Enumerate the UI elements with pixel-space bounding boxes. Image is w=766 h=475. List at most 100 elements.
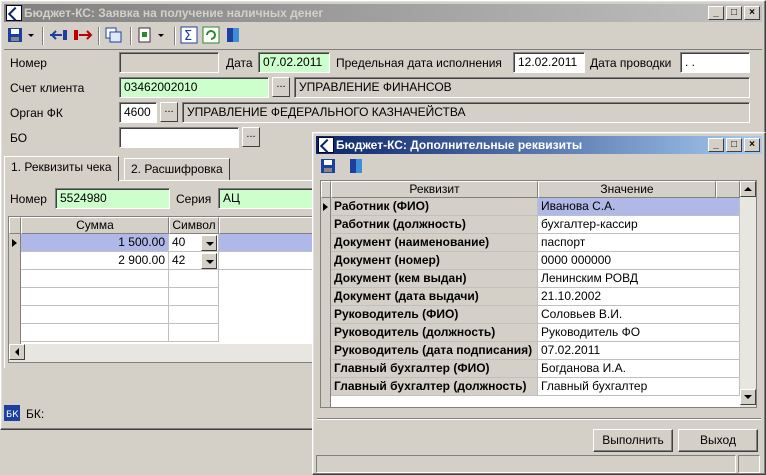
current-row-marker-icon [12, 239, 17, 247]
scroll-up-button[interactable] [740, 181, 756, 197]
symbol-dropdown-button[interactable] [201, 235, 217, 251]
empty-row [21, 288, 169, 306]
refresh-icon [202, 26, 220, 44]
requisite-cell: Работник (ФИО) [331, 198, 538, 216]
value-cell[interactable]: Соловьев В.И. [538, 306, 740, 324]
symbol-dropdown-button[interactable] [201, 253, 217, 269]
bo-lookup-button[interactable]: ... [242, 127, 260, 147]
requisites-table: Реквизит Значение Работник (ФИО) Иванова … [320, 180, 757, 408]
exit-button[interactable]: Выход [678, 429, 758, 452]
client-account-field[interactable]: 03462002010 [119, 77, 269, 98]
status-bar: БК БК: [2, 403, 312, 425]
toolbar: Σ [4, 24, 762, 50]
sum-icon: Σ [180, 26, 198, 44]
document-menu-button[interactable] [156, 26, 168, 46]
scroll-down-button[interactable] [740, 389, 756, 405]
requisite-cell: Документ (наименование) [331, 234, 538, 252]
dialog-title-bar[interactable]: Бюджет-КС: Дополнительные реквизиты _ □ … [316, 136, 762, 154]
value-cell[interactable]: 0000 000000 [538, 252, 740, 270]
value-cell[interactable]: Богданова И.А. [538, 360, 740, 378]
value-cell[interactable]: Главный бухгалтер [538, 378, 740, 396]
svg-text:Σ: Σ [184, 29, 192, 44]
bk-icon: БК [4, 405, 20, 421]
scroll-left-button[interactable] [9, 344, 25, 360]
column-header-sum[interactable]: Сумма [21, 217, 169, 234]
arrow-down-icon [744, 395, 752, 399]
column-header-value[interactable]: Значение [538, 181, 716, 198]
column-header-requisite[interactable]: Реквизит [331, 181, 538, 198]
refresh-button[interactable] [202, 26, 224, 46]
tab-cheque-details[interactable]: 1. Реквизиты чека [4, 156, 119, 181]
bo-label: БО [10, 131, 28, 145]
deadline-label: Предельная дата исполнения [336, 56, 502, 70]
row-filler [219, 252, 319, 270]
requisite-cell: Руководитель (должность) [331, 324, 538, 342]
document-button[interactable] [136, 26, 158, 46]
current-row-marker-icon [323, 203, 328, 211]
column-header-symbol[interactable]: Символ [169, 217, 219, 234]
posting-date-field[interactable]: . . [680, 52, 750, 73]
fk-lookup-button[interactable]: ... [160, 102, 178, 122]
empty-row [169, 306, 219, 324]
book-button[interactable] [224, 26, 246, 46]
bo-field[interactable] [119, 127, 239, 148]
dialog-close-button[interactable]: × [744, 138, 760, 152]
date-field[interactable]: 07.02.2011 [258, 52, 330, 73]
save-icon [321, 159, 335, 173]
main-window-title: Бюджет-КС: Заявка на получение наличных … [24, 6, 324, 20]
value-cell[interactable]: Ленинским РОВД [538, 270, 740, 288]
horizontal-scrollbar[interactable] [9, 344, 319, 362]
sum-cell[interactable]: 2 900.00 [21, 252, 169, 270]
sum-cell[interactable]: 1 500.00 [21, 234, 169, 252]
number-label: Номер [10, 56, 47, 70]
svg-text:БК: БК [6, 410, 19, 420]
sum-button[interactable]: Σ [180, 26, 202, 46]
deadline-field[interactable]: 12.02.2011 [513, 52, 585, 73]
copy-icon [105, 27, 122, 43]
value-cell[interactable]: 07.02.2011 [538, 342, 740, 360]
dialog-maximize-button[interactable]: □ [726, 138, 742, 152]
posting-date-label: Дата проводки [590, 56, 672, 70]
fk-code-field[interactable]: 4600 [119, 102, 157, 123]
cheque-series-label: Серия [176, 192, 212, 206]
execute-button[interactable]: Выполнить [593, 429, 673, 452]
value-cell[interactable]: паспорт [538, 234, 740, 252]
requisite-cell: Главный бухгалтер (должность) [331, 378, 538, 396]
dialog-status-grip[interactable] [738, 455, 760, 473]
header-row-indicator [321, 181, 331, 198]
requisite-cell: Главный бухгалтер (ФИО) [331, 360, 538, 378]
empty-row [169, 288, 219, 306]
cheque-series-field[interactable]: АЦ [218, 188, 318, 209]
cheque-number-label: Номер [10, 192, 47, 206]
fk-label: Орган ФК [10, 106, 63, 120]
export-button[interactable] [72, 26, 94, 46]
dialog-book-button[interactable] [347, 157, 369, 177]
minimize-button[interactable]: _ [708, 6, 724, 20]
dialog-minimize-button[interactable]: _ [708, 138, 724, 152]
maximize-button[interactable]: □ [726, 6, 742, 20]
save-menu-button[interactable] [26, 26, 38, 46]
value-cell[interactable]: бухгалтер-кассир [538, 216, 740, 234]
import-button[interactable] [48, 26, 70, 46]
date-label: Дата [226, 56, 253, 70]
vertical-scrollbar[interactable] [740, 181, 756, 407]
requisite-cell: Руководитель (дата подписания) [331, 342, 538, 360]
copy-button[interactable] [104, 26, 126, 46]
number-field[interactable] [119, 52, 219, 73]
value-cell[interactable]: Руководитель ФО [538, 324, 740, 342]
close-button[interactable]: × [744, 6, 760, 20]
dialog-save-button[interactable] [319, 157, 341, 177]
main-title-bar[interactable]: Бюджет-КС: Заявка на получение наличных … [4, 4, 762, 22]
status-label: БК: [26, 407, 45, 421]
save-button[interactable] [6, 26, 28, 46]
value-cell[interactable]: Иванова С.А. [538, 198, 740, 216]
value-cell[interactable]: 21.10.2002 [538, 288, 740, 306]
arrow-left-icon [15, 348, 19, 356]
dropdown-arrow-icon [28, 34, 34, 37]
dialog-status-panel [316, 455, 736, 473]
cheque-number-field[interactable]: 5524980 [55, 188, 170, 209]
tab-breakdown[interactable]: 2. Расшифровка [124, 158, 230, 180]
toolbar-separator [174, 27, 176, 45]
client-account-lookup-button[interactable]: ... [272, 77, 290, 97]
client-account-label: Счет клиента [10, 81, 85, 95]
